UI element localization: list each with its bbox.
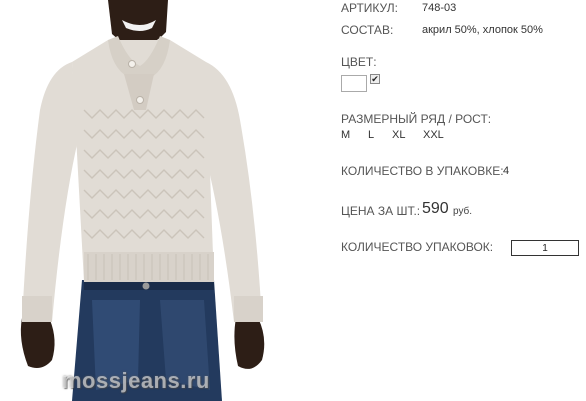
size-option: XXL (423, 129, 444, 141)
model-illustration (20, 0, 265, 401)
color-swatch[interactable] (341, 75, 367, 92)
size-option: XL (392, 129, 406, 141)
sizes-label: РАЗМЕРНЫЙ РЯД / РОСТ: (341, 112, 492, 126)
watermark: mossjeans.ru (62, 368, 210, 393)
composition-value: акрил 50%, хлопок 50% (422, 24, 543, 36)
size-option: L (368, 129, 375, 141)
color-label: ЦВЕТ: (341, 55, 377, 69)
color-checkbox[interactable]: ✔ (370, 74, 380, 84)
composition-label: СОСТАВ: (341, 23, 394, 37)
quantity-input[interactable] (511, 240, 579, 256)
order-label: КОЛИЧЕСТВО УПАКОВОК: (341, 240, 494, 254)
article-label: АРТИКУЛ: (341, 1, 398, 15)
product-info: АРТИКУЛ: 748-03 СОСТАВ: акрил 50%, хлопо… (341, 0, 586, 401)
pack-value: 4 (503, 165, 510, 177)
price-unit: руб. (453, 206, 473, 217)
price-label: ЦЕНА ЗА ШТ.: (341, 204, 421, 218)
product-photo: mossjeans.ru (0, 0, 326, 401)
size-option: M (341, 129, 351, 141)
article-value: 748-03 (422, 2, 457, 14)
price-value: 590 (422, 200, 449, 217)
pack-label: КОЛИЧЕСТВО В УПАКОВКЕ: (341, 164, 504, 178)
